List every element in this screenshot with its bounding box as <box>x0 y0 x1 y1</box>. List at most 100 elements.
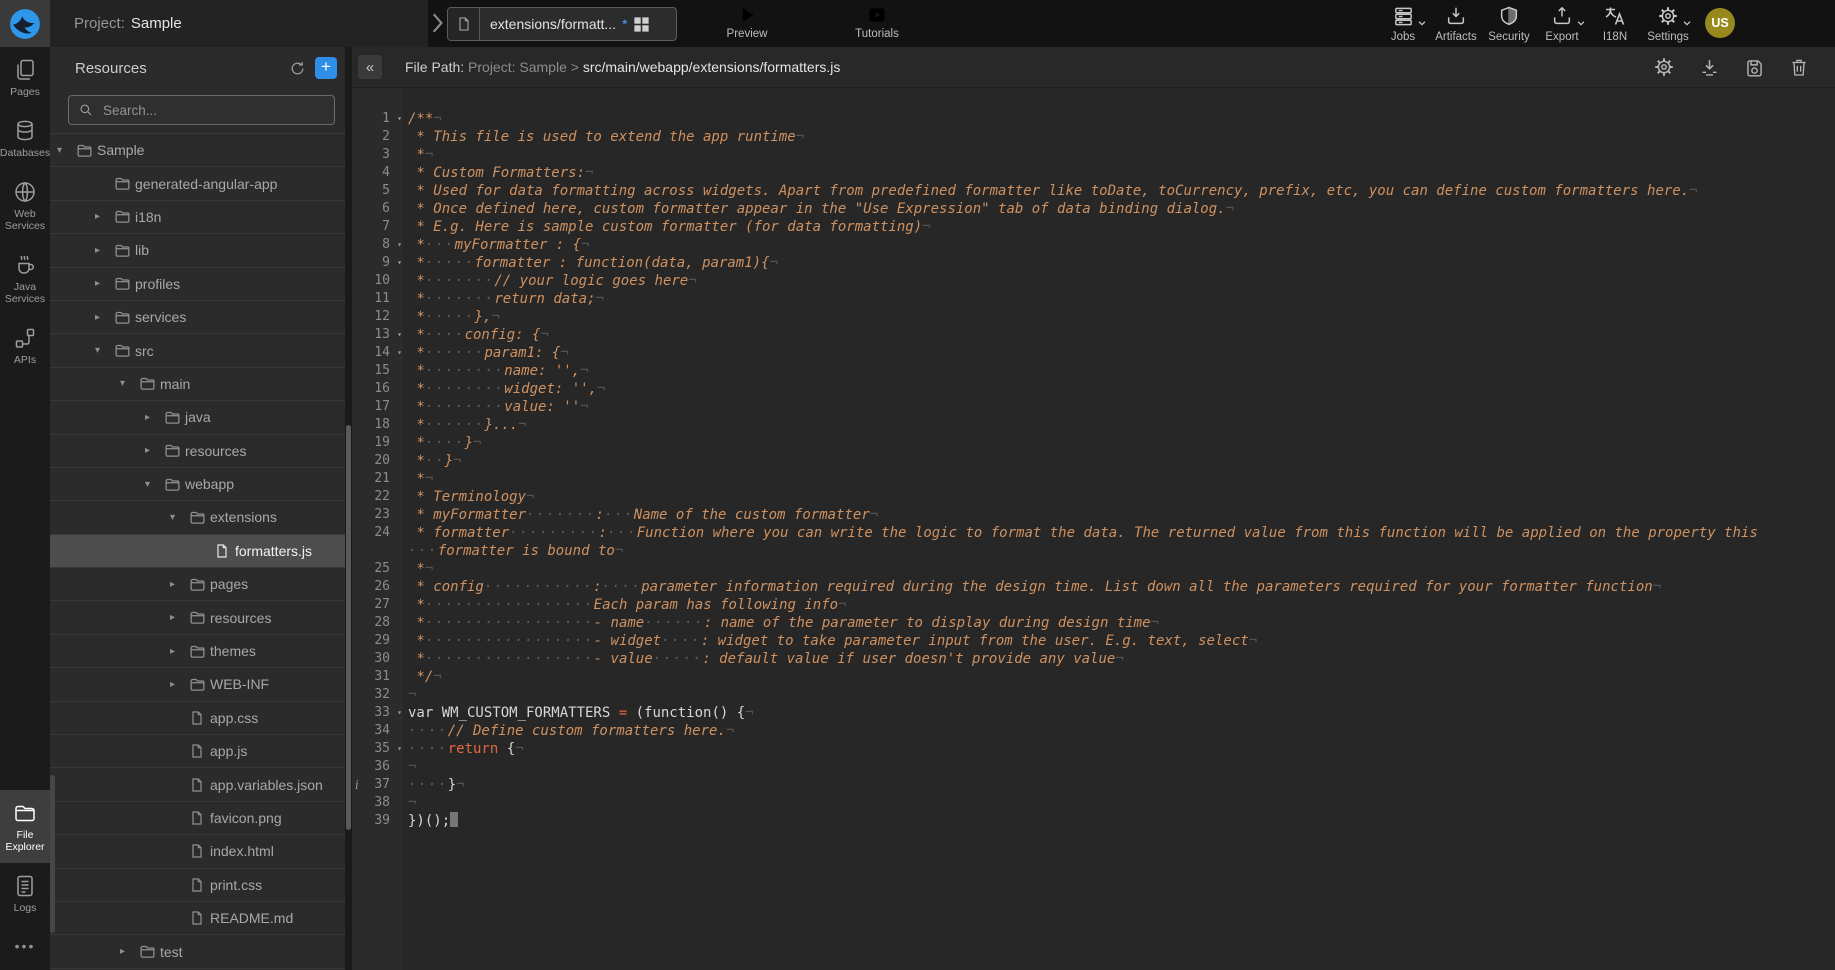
code-line-36[interactable]: 36¬ <box>352 758 1835 776</box>
code-line-30[interactable]: 30 *·················- value·····: defau… <box>352 650 1835 668</box>
rail-item-apis[interactable]: APIs <box>0 315 50 376</box>
code-line-20[interactable]: 20 *··}¬ <box>352 452 1835 470</box>
tree-expand-arrow-icon[interactable]: ▸ <box>120 946 139 957</box>
tree-file-formatters-js[interactable]: formatters.js <box>50 535 345 568</box>
tree-folder-java[interactable]: ▸java <box>50 401 345 434</box>
user-avatar[interactable]: US <box>1705 8 1735 38</box>
tree-scrollbar[interactable] <box>345 47 352 970</box>
tree-folder-main[interactable]: ▾main <box>50 368 345 401</box>
tree-expand-arrow-icon[interactable]: ▸ <box>170 679 189 690</box>
rail-item-java-services[interactable]: Java Services <box>0 242 50 315</box>
fold-arrow-icon[interactable]: ▾ <box>397 740 402 758</box>
code-line-12[interactable]: 12 *·····},¬ <box>352 308 1835 326</box>
rail-more-button[interactable]: ••• <box>0 924 50 970</box>
download-file-button[interactable] <box>1697 55 1721 79</box>
tree-folder-resources[interactable]: ▸resources <box>50 435 345 468</box>
code-line-wrap[interactable]: ···formatter is bound to¬ <box>352 542 1835 560</box>
tree-folder-web-inf[interactable]: ▸WEB-INF <box>50 668 345 701</box>
code-line-8[interactable]: 8▾ *···myFormatter : {¬ <box>352 236 1835 254</box>
code-line-32[interactable]: 32¬ <box>352 686 1835 704</box>
tree-file-app-js[interactable]: app.js <box>50 735 345 768</box>
topbar-action-i18n[interactable]: I18N <box>1593 4 1637 43</box>
topbar-action-preview[interactable]: Preview <box>712 5 782 40</box>
tree-collapse-arrow-icon[interactable]: ▾ <box>145 479 164 490</box>
code-line-5[interactable]: 5 * Used for data formatting across widg… <box>352 182 1835 200</box>
fold-arrow-icon[interactable]: ▾ <box>397 704 402 722</box>
code-line-14[interactable]: 14▾ *······param1: {¬ <box>352 344 1835 362</box>
code-line-19[interactable]: 19 *····}¬ <box>352 434 1835 452</box>
code-line-21[interactable]: 21 *¬ <box>352 470 1835 488</box>
tree-folder-i18n[interactable]: ▸i18n <box>50 201 345 234</box>
tab-grid-icon[interactable] <box>632 15 651 34</box>
tree-folder-lib[interactable]: ▸lib <box>50 234 345 267</box>
code-line-1[interactable]: 1▾/**¬ <box>352 110 1835 128</box>
code-line-16[interactable]: 16 *········widget: '',¬ <box>352 380 1835 398</box>
code-line-18[interactable]: 18 *······}...¬ <box>352 416 1835 434</box>
tree-folder-src[interactable]: ▾src <box>50 334 345 367</box>
code-line-24[interactable]: 24 * formatter·········:···Function wher… <box>352 524 1835 542</box>
tree-expand-arrow-icon[interactable]: ▸ <box>95 245 114 256</box>
refresh-icon[interactable] <box>285 56 309 80</box>
tree-scrollbar-thumb[interactable] <box>346 425 351 830</box>
add-resource-button[interactable]: + <box>315 57 337 79</box>
tree-collapse-arrow-icon[interactable]: ▾ <box>57 145 76 156</box>
code-line-10[interactable]: 10 *·······// your logic goes here¬ <box>352 272 1835 290</box>
tree-folder-pages[interactable]: ▸pages <box>50 568 345 601</box>
tree-file-index-html[interactable]: index.html <box>50 835 345 868</box>
topbar-action-artifacts[interactable]: Artifacts <box>1434 4 1478 43</box>
tree-folder-extensions[interactable]: ▾extensions <box>50 501 345 534</box>
rail-item-logs[interactable]: Logs <box>0 863 50 924</box>
tree-folder-resources[interactable]: ▸resources <box>50 601 345 634</box>
code-line-27[interactable]: 27 *·················Each param has foll… <box>352 596 1835 614</box>
fold-arrow-icon[interactable]: ▾ <box>397 110 402 128</box>
topbar-action-security[interactable]: Security <box>1487 4 1531 43</box>
code-line-31[interactable]: 31 */¬ <box>352 668 1835 686</box>
open-file-tab[interactable]: extensions/formatt... * <box>447 7 677 41</box>
code-line-3[interactable]: 3 *¬ <box>352 146 1835 164</box>
topbar-action-jobs[interactable]: Jobs <box>1381 4 1425 43</box>
tree-folder-generated-angular-app[interactable]: generated-angular-app <box>50 167 345 200</box>
project-chevron-icon[interactable] <box>429 12 445 34</box>
code-line-26[interactable]: 26 * config···········:····parameter inf… <box>352 578 1835 596</box>
tree-folder-test[interactable]: ▸test <box>50 935 345 968</box>
tree-collapse-arrow-icon[interactable]: ▾ <box>95 345 114 356</box>
code-line-13[interactable]: 13▾ *····config: {¬ <box>352 326 1835 344</box>
code-line-2[interactable]: 2 * This file is used to extend the app … <box>352 128 1835 146</box>
tree-file-print-css[interactable]: print.css <box>50 869 345 902</box>
tree-folder-profiles[interactable]: ▸profiles <box>50 268 345 301</box>
code-line-6[interactable]: 6 * Once defined here, custom formatter … <box>352 200 1835 218</box>
editor-settings-button[interactable] <box>1652 55 1676 79</box>
code-line-11[interactable]: 11 *·······return data;¬ <box>352 290 1835 308</box>
topbar-action-tutorials[interactable]: Tutorials <box>842 5 912 40</box>
rail-item-web-services[interactable]: Web Services <box>0 169 50 242</box>
tree-expand-arrow-icon[interactable]: ▸ <box>95 278 114 289</box>
tree-file-app-variables-json[interactable]: app.variables.json <box>50 768 345 801</box>
collapse-panel-button[interactable]: « <box>358 55 382 79</box>
code-line-17[interactable]: 17 *········value: ''¬ <box>352 398 1835 416</box>
tree-folder-sample[interactable]: ▾Sample <box>50 134 345 167</box>
code-line-33[interactable]: 33▾var WM_CUSTOM_FORMATTERS = (function(… <box>352 704 1835 722</box>
code-line-7[interactable]: 7 * E.g. Here is sample custom formatter… <box>352 218 1835 236</box>
tree-file-favicon-png[interactable]: favicon.png <box>50 802 345 835</box>
tree-expand-arrow-icon[interactable]: ▸ <box>170 612 189 623</box>
code-line-39[interactable]: 39})(); <box>352 812 1835 830</box>
code-line-34[interactable]: 34····// Define custom formatters here.¬ <box>352 722 1835 740</box>
search-input[interactable] <box>101 102 324 119</box>
tree-folder-services[interactable]: ▸services <box>50 301 345 334</box>
code-line-29[interactable]: 29 *·················- widget····: widge… <box>352 632 1835 650</box>
fold-arrow-icon[interactable]: ▾ <box>397 254 402 272</box>
tree-expand-arrow-icon[interactable]: ▸ <box>95 211 114 222</box>
resources-search[interactable] <box>68 95 335 125</box>
topbar-action-export[interactable]: Export <box>1540 4 1584 43</box>
save-file-button[interactable] <box>1742 55 1766 79</box>
tree-file-readme-md[interactable]: README.md <box>50 902 345 935</box>
tree-expand-arrow-icon[interactable]: ▸ <box>95 312 114 323</box>
code-editor[interactable]: 1▾/**¬2 * This file is used to extend th… <box>352 88 1835 970</box>
tree-expand-arrow-icon[interactable]: ▸ <box>145 445 164 456</box>
tree-folder-webapp[interactable]: ▾webapp <box>50 468 345 501</box>
fold-arrow-icon[interactable]: ▾ <box>397 344 402 362</box>
code-line-22[interactable]: 22 * Terminology¬ <box>352 488 1835 506</box>
tree-expand-arrow-icon[interactable]: ▸ <box>145 412 164 423</box>
delete-file-button[interactable] <box>1787 55 1811 79</box>
rail-item-pages[interactable]: Pages <box>0 47 50 108</box>
